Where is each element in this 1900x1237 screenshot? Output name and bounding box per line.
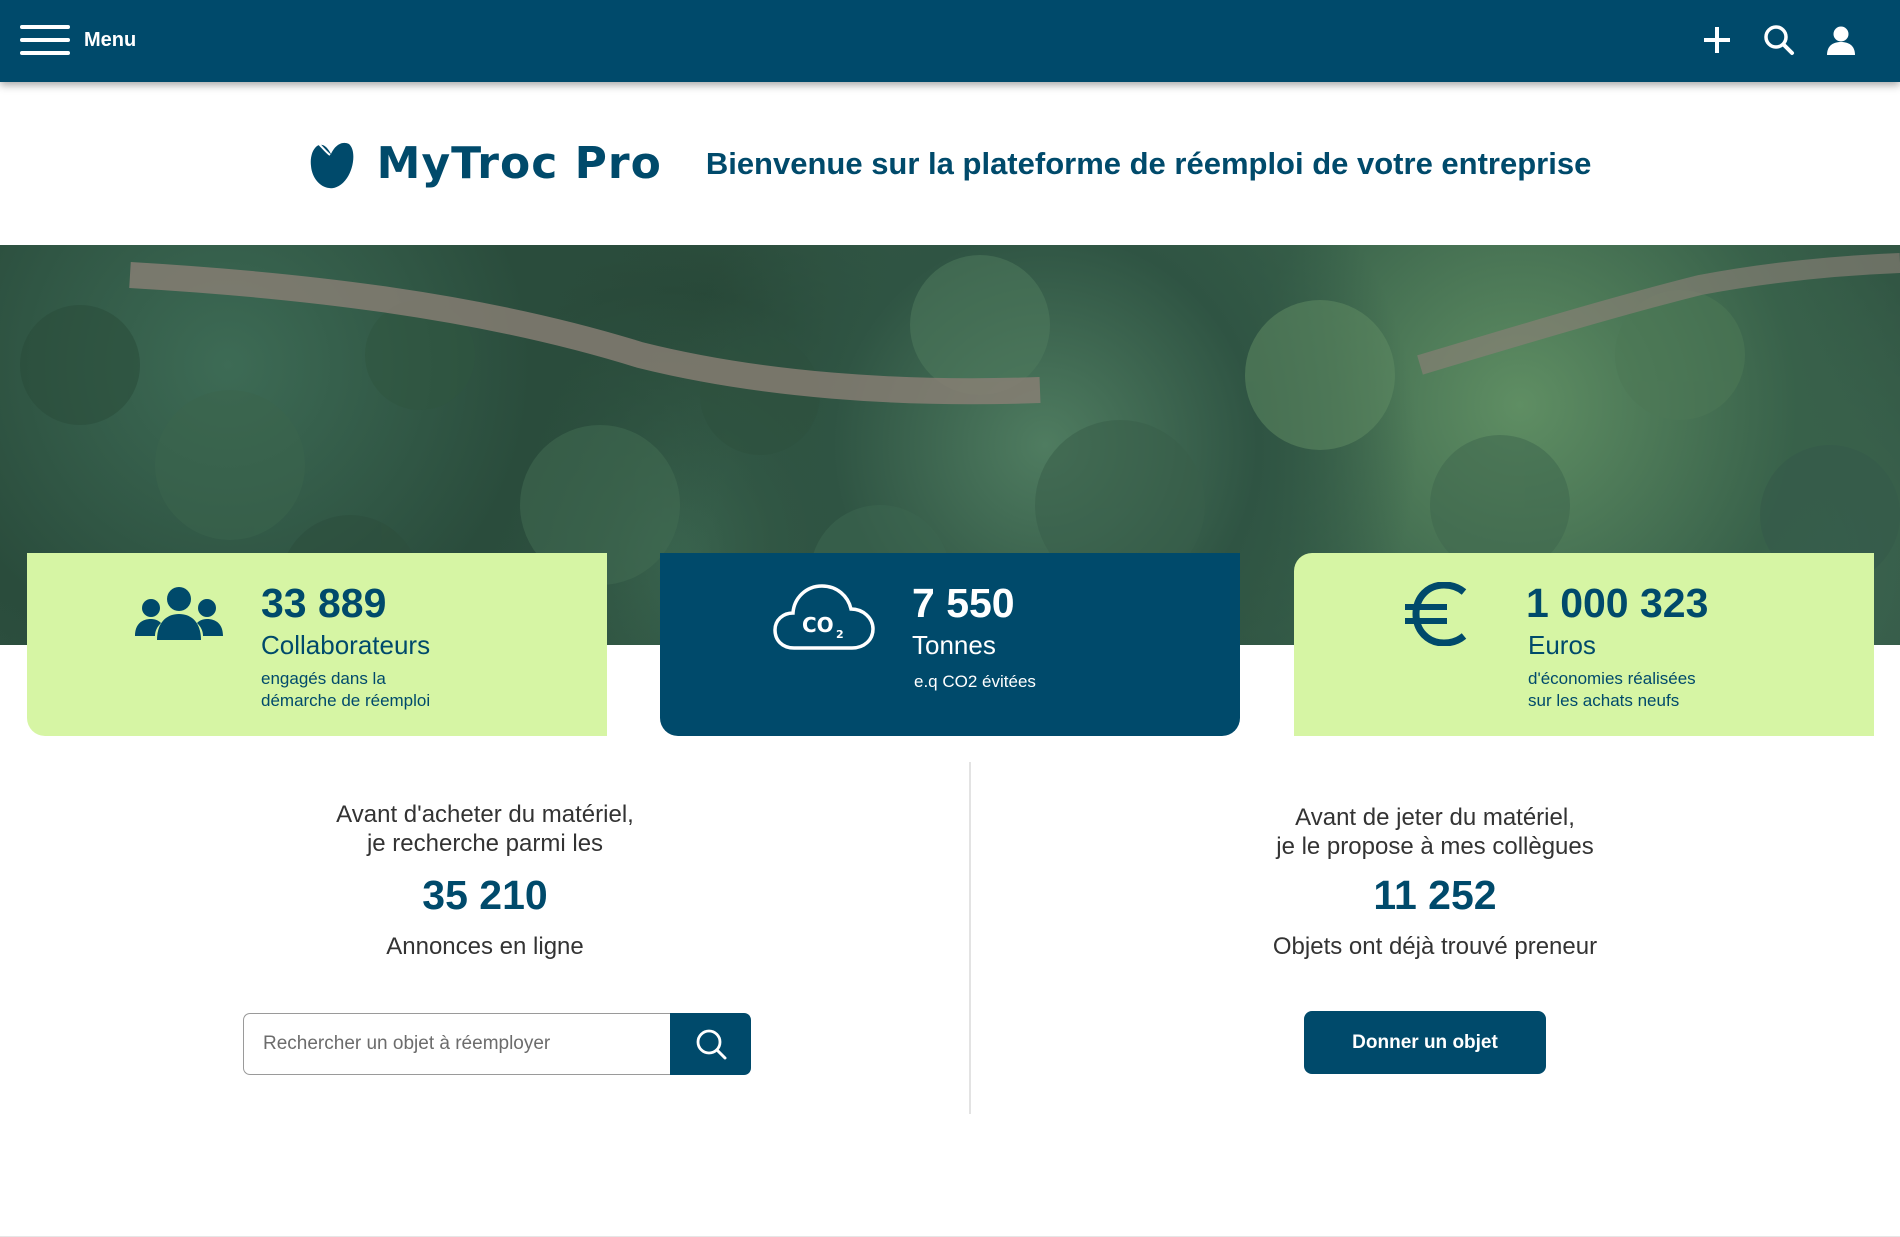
top-actions — [1698, 21, 1860, 59]
brand-tagline: Bienvenue sur la plateforme de réemploi … — [705, 145, 1592, 181]
give-intro-line2: je le propose à mes collègues — [1276, 833, 1594, 860]
stat-unit: Collaborateurs — [261, 630, 431, 660]
stat-sub-line2: sur les achats neufs — [1528, 691, 1680, 710]
stat-card-collaborators: 33 889 Collaborateurs engagés dans la dé… — [27, 553, 607, 736]
svg-text:2: 2 — [836, 628, 844, 641]
co2-cloud-icon: CO 2 — [773, 584, 875, 650]
brand-logo[interactable]: MyTroc Pro — [309, 138, 662, 190]
listings-count: 35 210 — [422, 872, 548, 918]
brand-name: MyTroc Pro — [376, 138, 662, 189]
search-section: Avant d'acheter du matériel, je recherch… — [0, 800, 970, 961]
stat-value: 33 889 — [261, 580, 387, 626]
people-icon — [135, 587, 223, 640]
mytroc-logo-icon — [310, 142, 354, 188]
menu-button[interactable]: Menu — [20, 22, 136, 58]
stat-unit: Euros — [1528, 630, 1596, 660]
top-navbar: Menu — [0, 0, 1900, 82]
plus-icon[interactable] — [1698, 21, 1736, 59]
search-icon[interactable] — [1760, 21, 1798, 59]
brand-header: MyTroc Pro Bienvenue sur la plateforme d… — [0, 82, 1900, 245]
search-intro-line2: je recherche parmi les — [366, 830, 604, 857]
listings-caption: Annonces en ligne — [386, 933, 584, 960]
stat-sub-line1: engagés dans la — [261, 669, 386, 688]
menu-label: Menu — [84, 28, 137, 51]
given-count: 11 252 — [1373, 872, 1497, 918]
stat-sub-line1: d'économies réalisées — [1528, 669, 1696, 688]
give-object-button[interactable]: Donner un objet — [1304, 1011, 1546, 1074]
stat-card-co2: CO 2 7 550 Tonnes e.q CO2 évitées — [660, 553, 1240, 736]
search-icon — [696, 1029, 726, 1060]
stat-unit: Tonnes — [912, 630, 996, 660]
hamburger-icon — [20, 25, 70, 55]
svg-text:CO: CO — [802, 613, 834, 637]
euro-icon — [1405, 582, 1467, 646]
give-intro-line1: Avant de jeter du matériel, — [1295, 804, 1575, 831]
stat-card-savings: 1 000 323 Euros d'économies réalisées su… — [1294, 553, 1874, 736]
search-submit-button[interactable] — [670, 1013, 751, 1075]
stat-sub-line1: e.q CO2 évitées — [914, 672, 1036, 691]
user-icon[interactable] — [1822, 21, 1860, 59]
stat-sub-line2: démarche de réemploi — [261, 691, 431, 710]
give-section: Avant de jeter du matériel, je le propos… — [970, 803, 1900, 961]
search-input[interactable] — [243, 1013, 670, 1075]
search-bar — [243, 1013, 751, 1075]
stat-value: 1 000 323 — [1526, 580, 1709, 626]
given-caption: Objets ont déjà trouvé preneur — [1272, 933, 1598, 960]
stat-value: 7 550 — [912, 580, 1015, 626]
search-intro-line1: Avant d'acheter du matériel, — [336, 801, 634, 828]
